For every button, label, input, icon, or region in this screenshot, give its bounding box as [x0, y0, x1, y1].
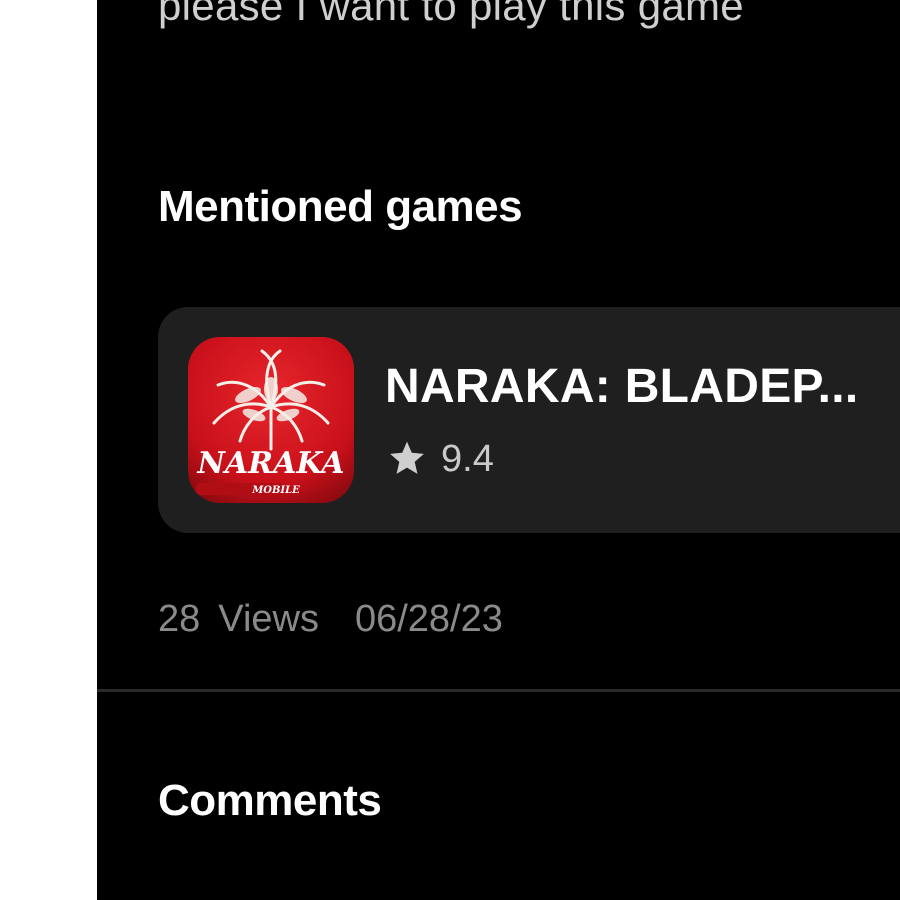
game-name[interactable]: NARAKA: BLADEP...: [385, 359, 859, 414]
mentioned-game-card[interactable]: NARAKA MOBILE NARAKA: BLADEP... 9.4: [158, 307, 900, 533]
icon-logo-text: NARAKA: [196, 446, 344, 481]
game-app-icon[interactable]: NARAKA MOBILE: [188, 337, 354, 503]
views-count: 28: [158, 598, 201, 640]
post-body-text: please I want to play this game: [158, 0, 744, 29]
star-icon: [385, 437, 429, 481]
section-divider: [97, 689, 900, 692]
rating-value: 9.4: [441, 437, 494, 480]
mentioned-games-title: Mentioned games: [158, 182, 523, 231]
post-date: 06/28/23: [354, 598, 503, 640]
left-gutter: [0, 0, 97, 900]
post-meta: 28 Views 06/28/23: [158, 598, 503, 641]
page: please I want to play this game Mentione…: [0, 0, 900, 900]
icon-sub-text: MOBILE: [251, 485, 300, 496]
post-detail-panel: please I want to play this game Mentione…: [97, 0, 900, 900]
comments-title: Comments: [158, 776, 382, 825]
game-rating: 9.4: [385, 437, 494, 481]
views-label: Views: [218, 598, 319, 640]
